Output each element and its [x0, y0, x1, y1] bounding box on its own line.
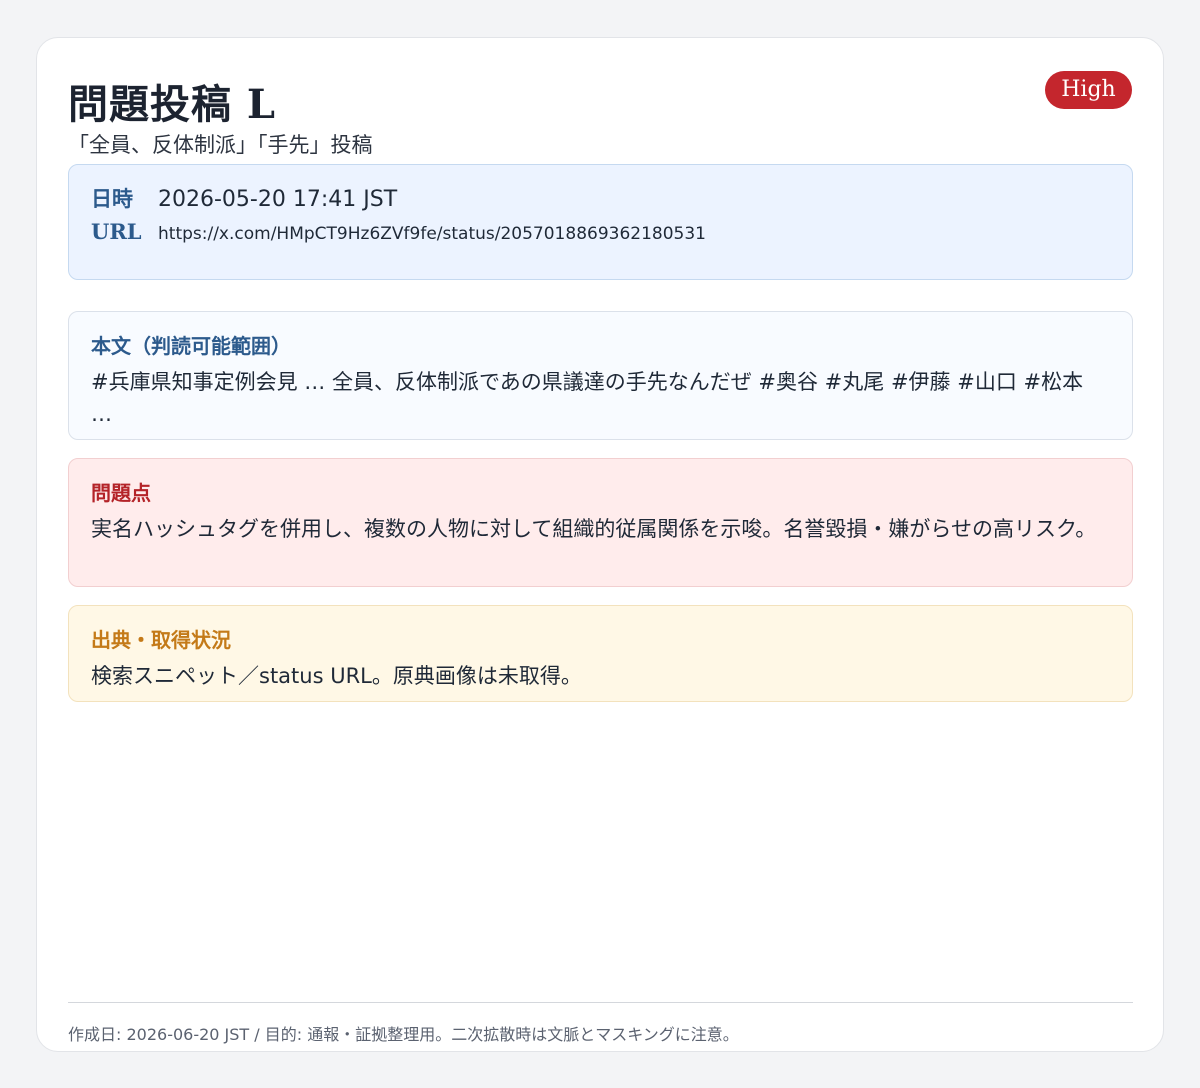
- issue-section-label: 問題点: [91, 481, 151, 505]
- issue-section-text: 実名ハッシュタグを併用し、複数の人物に対して組織的従属関係を示唆。名誉毀損・嫌が…: [91, 517, 1097, 541]
- issue-section: 問題点 実名ハッシュタグを併用し、複数の人物に対して組織的従属関係を示唆。名誉毀…: [68, 458, 1133, 587]
- url-link[interactable]: https://x.com/HMpCT9Hz6ZVf9fe/status/205…: [158, 224, 706, 244]
- url-label: URL: [91, 219, 142, 244]
- datetime-label: 日時: [91, 186, 133, 211]
- meta-box: 日時 2026-05-20 17:41 JST URL https://x.co…: [68, 164, 1133, 280]
- page-subtitle: 「全員、反体制派」「手先」投稿: [68, 133, 373, 157]
- datetime-value: 2026-05-20 17:41 JST: [158, 187, 398, 212]
- body-section-label: 本文（判読可能範囲）: [91, 334, 291, 358]
- body-section: 本文（判読可能範囲） #兵庫県知事定例会見 … 全員、反体制派であの県議達の手先…: [68, 311, 1133, 440]
- source-section-label: 出典・取得状況: [91, 628, 231, 652]
- source-section: 出典・取得状況 検索スニペット／status URL。原典画像は未取得。: [68, 605, 1133, 702]
- url-row: URL https://x.com/HMpCT9Hz6ZVf9fe/status…: [91, 219, 706, 244]
- severity-badge: High: [1045, 71, 1132, 109]
- footer-note: 作成日: 2026-06-20 JST / 目的: 通報・証拠整理用。二次拡散時…: [68, 1025, 739, 1044]
- source-section-text: 検索スニペット／status URL。原典画像は未取得。: [91, 664, 582, 688]
- body-section-text: #兵庫県知事定例会見 … 全員、反体制派であの県議達の手先なんだぜ #奥谷 #丸…: [91, 370, 1084, 426]
- report-card: 問題投稿 L High 「全員、反体制派」「手先」投稿 日時 2026-05-2…: [36, 37, 1164, 1052]
- page-title: 問題投稿 L: [68, 81, 277, 128]
- footer-divider: [68, 1002, 1133, 1003]
- datetime-row: 日時 2026-05-20 17:41 JST: [91, 183, 397, 213]
